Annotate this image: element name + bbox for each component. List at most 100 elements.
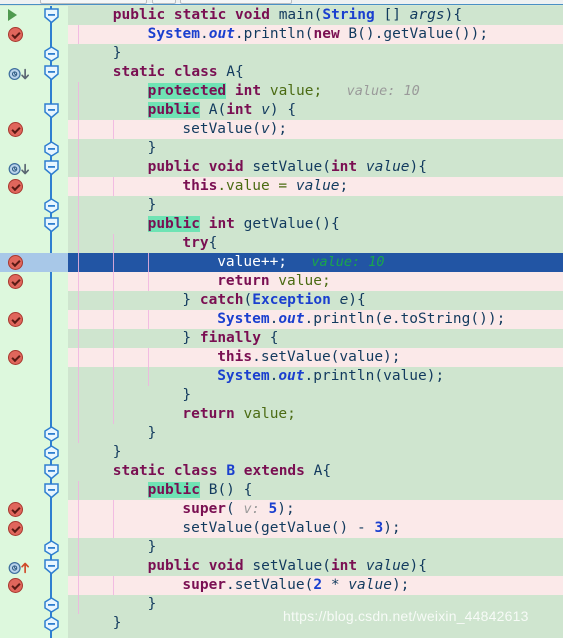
line-gutter[interactable] (0, 595, 68, 614)
code-line[interactable]: static class B extends A{ (0, 462, 563, 481)
code-line[interactable]: return value; (0, 272, 563, 291)
line-gutter[interactable] (0, 139, 68, 158)
code-line[interactable]: public int getValue(){ (0, 215, 563, 234)
breakpoint-icon[interactable] (8, 27, 23, 42)
line-text[interactable]: } (148, 595, 157, 614)
line-gutter[interactable] (0, 63, 68, 82)
fold-marker-icon[interactable] (43, 46, 60, 62)
code-editor[interactable]: public static void main(String [] args){… (0, 0, 563, 638)
line-text[interactable]: } (148, 196, 157, 215)
line-text[interactable]: } (113, 443, 122, 462)
line-text[interactable]: System.out.println(new B().getValue()); (148, 25, 489, 44)
code-line[interactable]: public A(int v) { (0, 101, 563, 120)
code-line[interactable]: static class A{ (0, 63, 563, 82)
breakpoint-icon[interactable] (8, 122, 23, 137)
line-text[interactable]: this.value = value; (182, 177, 348, 196)
line-text[interactable]: setValue(v); (182, 120, 287, 139)
fold-marker-icon[interactable] (43, 217, 60, 233)
line-text[interactable]: protected int value; value: 10 (147, 82, 420, 101)
fold-marker-icon[interactable] (43, 445, 60, 461)
line-gutter[interactable] (0, 6, 68, 25)
line-text[interactable]: setValue(getValue() - 3); (182, 519, 400, 538)
line-text[interactable]: super( v: 5); (182, 500, 294, 519)
toolbar-chip-3[interactable] (180, 0, 292, 4)
line-gutter[interactable] (0, 557, 68, 576)
line-gutter[interactable] (0, 101, 68, 120)
fold-marker-icon[interactable] (43, 559, 60, 575)
line-text[interactable]: public void setValue(int value){ (148, 158, 427, 177)
line-gutter[interactable] (0, 424, 68, 443)
line-text[interactable]: } (148, 139, 157, 158)
fold-marker-icon[interactable] (43, 198, 60, 214)
line-gutter[interactable] (0, 443, 68, 462)
line-text[interactable]: } (148, 538, 157, 557)
code-line[interactable]: } (0, 538, 563, 557)
breakpoint-icon[interactable] (8, 578, 23, 593)
run-icon[interactable] (8, 9, 17, 21)
line-gutter[interactable] (0, 44, 68, 63)
line-gutter[interactable] (0, 272, 68, 291)
fold-marker-icon[interactable] (43, 540, 60, 556)
fold-marker-icon[interactable] (43, 103, 60, 119)
line-text[interactable]: } catch(Exception e){ (182, 291, 365, 310)
toolbar-chip-2[interactable] (152, 0, 176, 4)
line-gutter[interactable] (0, 177, 68, 196)
line-gutter[interactable] (0, 82, 68, 101)
fold-marker-icon[interactable] (43, 483, 60, 499)
override-up-icon[interactable] (6, 560, 32, 575)
line-gutter[interactable] (0, 367, 68, 386)
code-line[interactable]: public B() { (0, 481, 563, 500)
code-line[interactable]: public void setValue(int value){ (0, 557, 563, 576)
code-line[interactable]: protected int value; value: 10 (0, 82, 563, 101)
code-line[interactable]: System.out.println(e.toString()); (0, 310, 563, 329)
fold-marker-icon[interactable] (43, 464, 60, 480)
fold-marker-icon[interactable] (43, 160, 60, 176)
line-text[interactable]: public B() { (147, 481, 252, 500)
line-gutter[interactable] (0, 120, 68, 139)
code-line[interactable]: } (0, 139, 563, 158)
line-text[interactable]: value++; value: 10 (217, 253, 384, 272)
code-line[interactable]: setValue(v); (0, 120, 563, 139)
code-line[interactable]: } (0, 443, 563, 462)
override-down-icon[interactable] (6, 66, 32, 81)
line-text[interactable]: public int getValue(){ (147, 215, 340, 234)
breakpoint-icon[interactable] (8, 255, 23, 270)
code-line[interactable]: } (0, 196, 563, 215)
code-line[interactable]: } (0, 44, 563, 63)
line-gutter[interactable] (0, 25, 68, 44)
line-gutter[interactable] (0, 348, 68, 367)
line-gutter[interactable] (0, 196, 68, 215)
line-text[interactable]: } (113, 44, 122, 63)
code-line[interactable]: try{ (0, 234, 563, 253)
line-gutter[interactable] (0, 462, 68, 481)
fold-marker-icon[interactable] (43, 141, 60, 157)
code-line[interactable]: System.out.println(new B().getValue()); (0, 25, 563, 44)
line-gutter[interactable] (0, 253, 68, 272)
breakpoint-icon[interactable] (8, 350, 23, 365)
code-line[interactable]: setValue(getValue() - 3); (0, 519, 563, 538)
line-text[interactable]: return value; (182, 405, 296, 424)
fold-marker-icon[interactable] (43, 597, 60, 613)
code-line[interactable]: super( v: 5); (0, 500, 563, 519)
line-gutter[interactable] (0, 215, 68, 234)
fold-marker-icon[interactable] (43, 8, 60, 24)
code-line[interactable]: super.setValue(2 * value); (0, 576, 563, 595)
breakpoint-icon[interactable] (8, 312, 23, 327)
code-line[interactable]: } (0, 424, 563, 443)
line-text[interactable]: public void setValue(int value){ (148, 557, 427, 576)
line-gutter[interactable] (0, 405, 68, 424)
line-gutter[interactable] (0, 329, 68, 348)
line-gutter[interactable] (0, 500, 68, 519)
override-down-icon[interactable] (6, 161, 32, 176)
toolbar-chip-1[interactable] (40, 0, 147, 4)
breakpoint-icon[interactable] (8, 502, 23, 517)
code-line[interactable]: this.value = value; (0, 177, 563, 196)
line-text[interactable]: static class B extends A{ (113, 462, 331, 481)
line-text[interactable]: static class A{ (113, 63, 244, 82)
code-line[interactable]: } finally { (0, 329, 563, 348)
line-text[interactable]: System.out.println(value); (217, 367, 444, 386)
line-text[interactable]: } finally { (182, 329, 278, 348)
breakpoint-icon[interactable] (8, 521, 23, 536)
line-text[interactable]: } (148, 424, 157, 443)
fold-marker-icon[interactable] (43, 426, 60, 442)
